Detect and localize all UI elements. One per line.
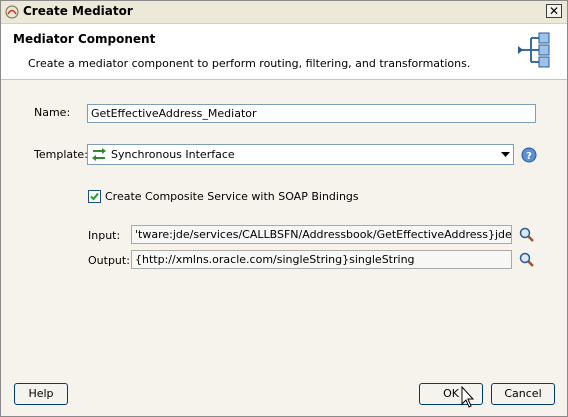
soap-bindings-label: Create Composite Service with SOAP Bindi… — [105, 190, 359, 203]
search-icon[interactable] — [519, 227, 535, 243]
close-button[interactable]: ✕ — [546, 4, 562, 18]
input-label: Input: — [88, 229, 121, 242]
close-icon: ✕ — [548, 4, 560, 18]
help-button[interactable]: Help — [14, 383, 68, 405]
cancel-button[interactable]: Cancel — [491, 383, 555, 405]
name-label: Name: — [34, 106, 71, 119]
template-label: Template: — [34, 148, 88, 161]
app-icon — [5, 5, 19, 19]
output-field[interactable]: {http://xmlns.oracle.com/singleString}si… — [131, 250, 512, 269]
input-field[interactable]: 'tware:jde/services/CALLBSFN/Addressbook… — [131, 225, 512, 244]
mouse-cursor-icon — [461, 386, 475, 408]
mediator-component-icon — [518, 32, 550, 68]
template-select[interactable]: Synchronous Interface — [87, 144, 514, 165]
soap-bindings-checkbox[interactable] — [88, 190, 101, 203]
output-label: Output: — [88, 254, 130, 267]
header-panel: Mediator Component Create a mediator com… — [1, 24, 567, 80]
header-title: Mediator Component — [13, 32, 156, 46]
svg-text:?: ? — [526, 151, 532, 162]
chevron-down-icon[interactable] — [500, 149, 511, 160]
header-description: Create a mediator component to perform r… — [28, 57, 471, 70]
search-icon[interactable] — [519, 252, 535, 268]
template-value: Synchronous Interface — [111, 148, 235, 161]
name-field[interactable]: GetEffectiveAddress_Mediator — [87, 104, 536, 123]
help-icon[interactable]: ? — [521, 147, 537, 163]
title-bar[interactable]: Create Mediator ✕ — [1, 1, 567, 24]
checkmark-icon — [90, 192, 99, 201]
synchronous-interface-icon — [92, 148, 106, 161]
create-mediator-dialog: Create Mediator ✕ Mediator Component Cre… — [0, 0, 568, 417]
window-title: Create Mediator — [23, 4, 133, 18]
